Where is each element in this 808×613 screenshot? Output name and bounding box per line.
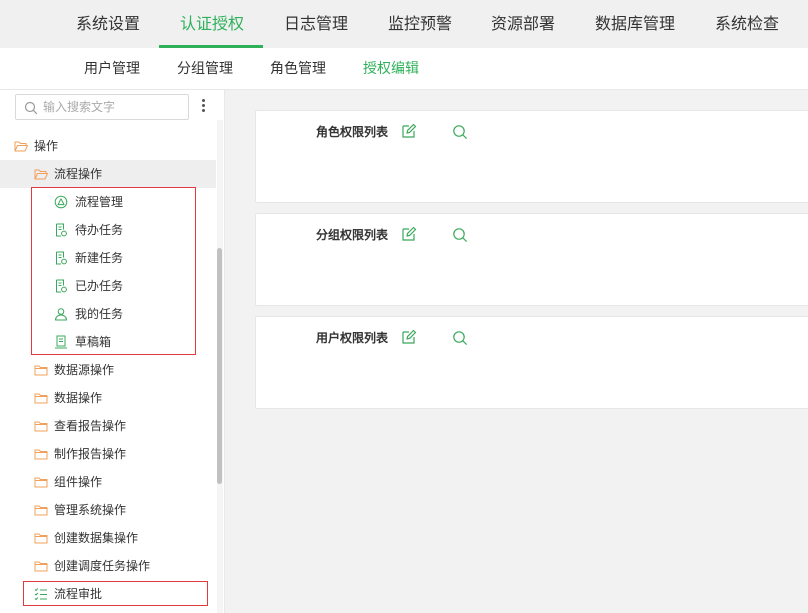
tree-item-done-tasks[interactable]: 已办任务 [0, 272, 216, 300]
tree-item-label: 数据源操作 [54, 363, 115, 377]
tree-item-data-operation[interactable]: 数据操作 [0, 384, 216, 412]
folder-open-icon [34, 169, 48, 180]
tree-item-label: 待办任务 [75, 223, 124, 237]
tree-item-label: 创建数据集操作 [54, 531, 139, 545]
tree-item-component-operation[interactable]: 组件操作 [0, 468, 216, 496]
folder-icon [34, 449, 48, 460]
user-permission-card: 用户权限列表 [255, 316, 808, 409]
tree-item-label: 操作 [34, 139, 59, 153]
search-icon [24, 101, 38, 115]
user-icon [55, 308, 67, 321]
tree-item-label: 管理系统操作 [54, 503, 127, 517]
process-icon [54, 195, 68, 209]
tree-item-label: 我的任务 [75, 307, 124, 321]
tree-item-process-operation[interactable]: 流程操作 [0, 160, 216, 188]
subtab-user-management[interactable]: 用户管理 [84, 48, 140, 90]
tree-item-process-management[interactable]: 流程管理 [0, 188, 216, 216]
subtab-group-management[interactable]: 分组管理 [177, 48, 233, 90]
tree-item-create-dataset-operation[interactable]: 创建数据集操作 [0, 524, 216, 552]
folder-open-icon [14, 141, 28, 152]
tab-auth[interactable]: 认证授权 [180, 0, 244, 48]
edit-icon[interactable] [401, 329, 417, 345]
tree-item-view-report-operation[interactable]: 查看报告操作 [0, 412, 216, 440]
tree-item-create-schedule-operation[interactable]: 创建调度任务操作 [0, 552, 216, 580]
folder-icon [34, 365, 48, 376]
tree-item-label: 制作报告操作 [54, 447, 127, 461]
tree-item-label: 创建调度任务操作 [54, 559, 151, 573]
tree-item-datasource-operation[interactable]: 数据源操作 [0, 356, 216, 384]
edit-icon[interactable] [401, 123, 417, 139]
subtab-permission-edit[interactable]: 授权编辑 [363, 48, 419, 90]
app-window: 系统设置 认证授权 日志管理 监控预警 资源部署 数据库管理 系统检查 用户管理… [0, 0, 808, 613]
tree-item-my-tasks[interactable]: 我的任务 [0, 300, 216, 328]
folder-icon [34, 533, 48, 544]
subtab-role-management[interactable]: 角色管理 [270, 48, 326, 90]
tree-item-label: 流程管理 [75, 195, 124, 209]
resource-tree: 主题 操作 流程操作 流程管理 待办任务 新建任务 [0, 90, 218, 613]
tree-item-label: 草稿箱 [75, 335, 112, 349]
main-content: 角色权限列表 分组权限列表 用户权限列表 [225, 90, 808, 613]
search-icon[interactable] [452, 124, 468, 140]
task-doc-icon [56, 251, 67, 265]
approval-list-icon [34, 588, 47, 601]
tab-system-check[interactable]: 系统检查 [715, 0, 779, 48]
tree-item-pending-tasks[interactable]: 待办任务 [0, 216, 216, 244]
folder-icon [34, 505, 48, 516]
tree-item-label: 查看报告操作 [54, 419, 127, 433]
folder-icon [34, 477, 48, 488]
tab-log-management[interactable]: 日志管理 [284, 0, 348, 48]
folder-icon [34, 561, 48, 572]
group-permission-card: 分组权限列表 [255, 213, 808, 306]
card-title: 角色权限列表 [316, 125, 389, 139]
scrollbar-thumb[interactable] [217, 248, 222, 484]
role-permission-card: 角色权限列表 [255, 110, 808, 203]
search-icon[interactable] [452, 227, 468, 243]
top-nav: 系统设置 认证授权 日志管理 监控预警 资源部署 数据库管理 系统检查 [0, 0, 808, 48]
task-doc-icon [56, 223, 67, 237]
tree-item-label: 数据操作 [54, 391, 103, 405]
tab-database-management[interactable]: 数据库管理 [595, 0, 675, 48]
tree-item-manage-system-operation[interactable]: 管理系统操作 [0, 496, 216, 524]
search-box [15, 94, 189, 120]
tree-item-label: 已办任务 [75, 279, 124, 293]
sidebar: 主题 操作 流程操作 流程管理 待办任务 新建任务 [0, 90, 225, 613]
tree-item-make-report-operation[interactable]: 制作报告操作 [0, 440, 216, 468]
tree-item-operation[interactable]: 操作 [0, 132, 216, 160]
task-doc-icon [56, 279, 67, 293]
tree-item-label: 流程操作 [54, 167, 103, 181]
tree-item-drafts[interactable]: 草稿箱 [0, 328, 216, 356]
tab-resource-deploy[interactable]: 资源部署 [491, 0, 555, 48]
folder-icon [34, 421, 48, 432]
tree-item-label: 流程审批 [54, 587, 103, 601]
tree-item-label: 组件操作 [54, 475, 103, 489]
tree-item-new-task[interactable]: 新建任务 [0, 244, 216, 272]
card-title: 用户权限列表 [316, 331, 389, 345]
more-options-button[interactable] [197, 97, 209, 117]
tab-monitor-alert[interactable]: 监控预警 [388, 0, 452, 48]
card-title: 分组权限列表 [316, 228, 389, 242]
edit-icon[interactable] [401, 226, 417, 242]
tab-system-settings[interactable]: 系统设置 [76, 0, 140, 48]
search-input[interactable] [43, 98, 183, 116]
tree-item-process-approval[interactable]: 流程审批 [0, 580, 216, 608]
draft-icon [55, 335, 67, 349]
search-icon[interactable] [452, 330, 468, 346]
folder-icon [34, 393, 48, 404]
tree-item-label: 新建任务 [75, 251, 124, 265]
sub-nav: 用户管理 分组管理 角色管理 授权编辑 [0, 48, 808, 90]
